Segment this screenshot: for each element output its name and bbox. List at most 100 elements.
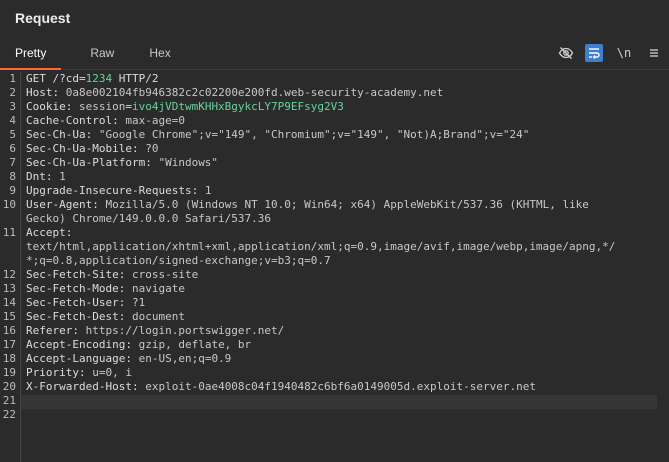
header-value: text/html,application/xhtml+xml,applicat… <box>26 240 616 253</box>
line-number <box>0 254 20 268</box>
header-value: "Windows" <box>158 156 219 169</box>
header-value: Gecko) Chrome/149.0.0.0 Safari/537.36 <box>26 212 272 225</box>
tab-raw[interactable]: Raw <box>74 36 130 69</box>
show-newlines-button[interactable]: \n <box>613 44 635 62</box>
header-line: Upgrade-Insecure-Requests: 1 <box>26 184 661 198</box>
eye-slash-icon <box>558 46 574 59</box>
line-number: 18 <box>2 352 16 365</box>
line-number: 7 <box>9 156 16 169</box>
line-number <box>0 240 20 254</box>
header-line-wrap: Gecko) Chrome/149.0.0.0 Safari/537.36 <box>26 212 661 226</box>
header-line: Sec-Ch-Ua-Platform: "Windows" <box>26 156 661 170</box>
header-value: exploit-0ae4008c04f1940482c6bf6a0149005d… <box>145 380 536 393</box>
cookie-name: session <box>78 100 126 113</box>
header-key: Dnt: <box>26 170 60 183</box>
header-key: X-Forwarded-Host: <box>26 380 146 393</box>
header-value: Mozilla/5.0 (Windows NT 10.0; Win64; x64… <box>105 198 589 211</box>
header-line-cookie: Cookie: session=ivo4jVDtwmKHHxBgykcLY7P9… <box>26 100 661 114</box>
line-number: 11 <box>2 226 16 239</box>
request-panel: Request Pretty Raw Hex \n 1 2 3 4 5 6 7 … <box>0 0 669 462</box>
line-number: 3 <box>9 100 16 113</box>
line-number: 8 <box>9 170 16 183</box>
header-line: Sec-Fetch-User: ?1 <box>26 296 661 310</box>
header-line-host: Host: 0a8e002104fb946382c2c02200e200fd.w… <box>26 86 661 100</box>
header-value: 1 <box>204 184 212 197</box>
header-key: Sec-Ch-Ua-Mobile: <box>26 142 146 155</box>
line-number: 14 <box>2 296 16 309</box>
wrap-lines-button[interactable] <box>585 43 603 62</box>
line-number: 21 <box>2 394 16 407</box>
header-key: Sec-Fetch-Site: <box>26 268 132 281</box>
header-value: en-US,en;q=0.9 <box>138 352 232 365</box>
wrap-lines-icon <box>589 47 600 59</box>
header-value: ?1 <box>131 296 146 309</box>
header-value: 1 <box>59 170 66 183</box>
menu-icon[interactable] <box>645 44 663 62</box>
header-value: ?0 <box>145 142 159 155</box>
header-key: Host: <box>26 86 66 99</box>
header-value: gzip, deflate, br <box>138 338 252 351</box>
header-line: User-Agent: Mozilla/5.0 (Windows NT 10.0… <box>26 198 661 212</box>
header-line: Accept-Encoding: gzip, deflate, br <box>26 338 661 352</box>
empty-line <box>26 394 661 408</box>
line-number: 1 <box>9 72 16 85</box>
header-value: https://login.portswigger.net/ <box>85 324 285 337</box>
header-line: Sec-Fetch-Site: cross-site <box>26 268 661 282</box>
cookie-eq: = <box>125 100 132 113</box>
tab-hex[interactable]: Hex <box>134 36 185 69</box>
header-key: Sec-Fetch-Dest: <box>26 310 132 323</box>
header-line: Referer: https://login.portswigger.net/ <box>26 324 661 338</box>
header-value: navigate <box>131 282 185 295</box>
header-key: Cookie: <box>26 100 79 113</box>
header-key: Accept-Encoding: <box>26 338 139 351</box>
header-value: cross-site <box>131 268 199 281</box>
header-line: Sec-Fetch-Mode: navigate <box>26 282 661 296</box>
line-number: 20 <box>2 380 16 393</box>
editor-toolbar: \n <box>557 36 663 69</box>
header-key: Accept-Language: <box>26 352 139 365</box>
header-key: Sec-Ch-Ua-Platform: <box>26 156 159 169</box>
line-number <box>0 212 20 226</box>
header-key: Priority: <box>26 366 93 379</box>
header-value: 0a8e002104fb946382c2c02200e200fd.web-sec… <box>65 86 444 99</box>
header-value: u=0, i <box>92 366 132 379</box>
header-line: Sec-Fetch-Dest: document <box>26 310 661 324</box>
header-key: User-Agent: <box>26 198 106 211</box>
header-line: Cache-Control: max-age=0 <box>26 114 661 128</box>
line-number-gutter: 1 2 3 4 5 6 7 8 9 10 11 12 13 14 15 16 1… <box>0 72 21 462</box>
header-line: Accept-Language: en-US,en;q=0.9 <box>26 352 661 366</box>
line-number: 4 <box>9 114 16 127</box>
request-editor[interactable]: 1 2 3 4 5 6 7 8 9 10 11 12 13 14 15 16 1… <box>0 72 669 462</box>
empty-line <box>26 408 661 422</box>
header-key: Upgrade-Insecure-Requests: <box>26 184 205 197</box>
line-number: 16 <box>2 324 16 337</box>
header-value: "Google Chrome";v="149", "Chromium";v="1… <box>98 128 530 141</box>
hide-nonprintable-icon[interactable] <box>557 44 575 62</box>
header-line-wrap: *;q=0.8,application/signed-exchange;v=b3… <box>26 254 661 268</box>
query-param-name: cd <box>65 72 79 85</box>
cookie-value: ivo4jVDtwmKHHxBgykcLY7P9EFsyg2V3 <box>131 100 344 113</box>
header-key: Sec-Fetch-User: <box>26 296 132 309</box>
line-number: 10 <box>2 198 16 211</box>
request-line: GET /?cd=1234 HTTP/2 <box>26 72 661 86</box>
request-code[interactable]: GET /?cd=1234 HTTP/2 Host: 0a8e002104fb9… <box>26 72 661 422</box>
header-line: Accept: <box>26 226 661 240</box>
view-tab-bar: Pretty Raw Hex \n <box>0 36 669 70</box>
header-value: document <box>131 310 185 323</box>
line-number: 13 <box>2 282 16 295</box>
line-number: 5 <box>9 128 16 141</box>
header-key: Sec-Ch-Ua: <box>26 128 99 141</box>
header-line: Dnt: 1 <box>26 170 661 184</box>
header-value: *;q=0.8,application/signed-exchange;v=b3… <box>26 254 331 267</box>
header-key: Accept: <box>26 226 79 239</box>
tab-pretty[interactable]: Pretty <box>0 36 62 70</box>
header-line: Sec-Ch-Ua: "Google Chrome";v="149", "Chr… <box>26 128 661 142</box>
request-method-path: GET /? <box>26 72 66 85</box>
header-key: Cache-Control: <box>26 114 126 127</box>
line-number: 15 <box>2 310 16 323</box>
header-line-wrap: text/html,application/xhtml+xml,applicat… <box>26 240 661 254</box>
line-number: 17 <box>2 338 16 351</box>
request-protocol: HTTP/2 <box>112 72 159 85</box>
header-key: Referer: <box>26 324 86 337</box>
header-key: Sec-Fetch-Mode: <box>26 282 132 295</box>
